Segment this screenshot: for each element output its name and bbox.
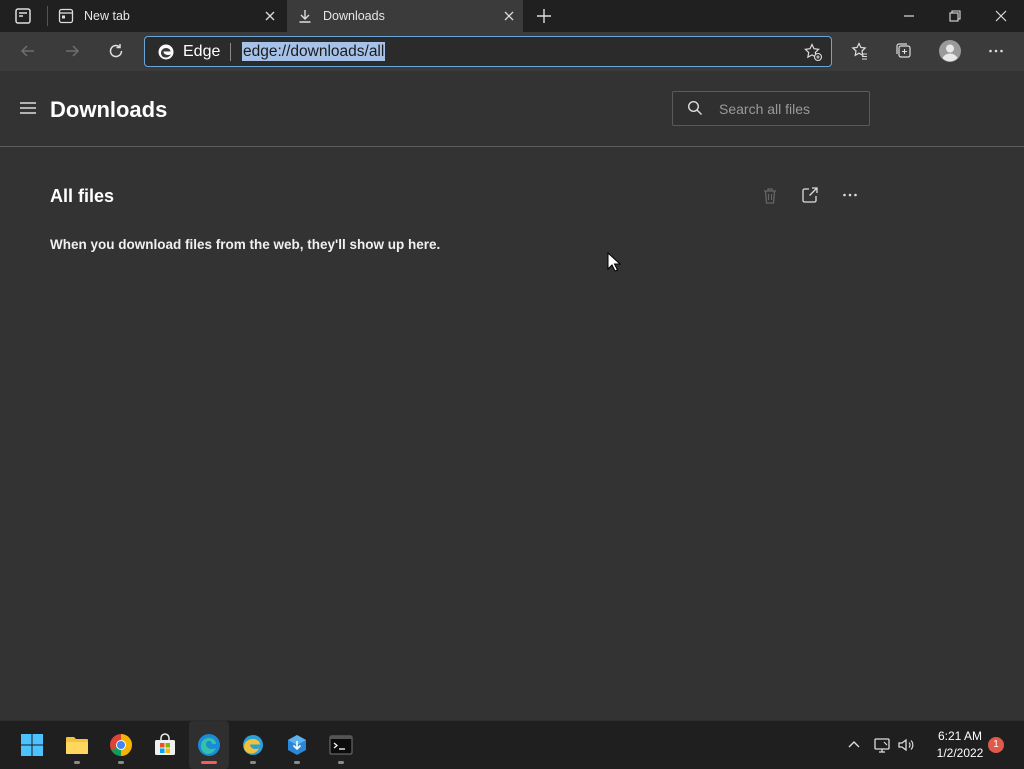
url-text[interactable]: edge://downloads/all [242,42,386,61]
taskbar-microsoft-store[interactable] [145,721,185,769]
add-favorite-icon[interactable] [803,42,823,62]
running-indicator [74,761,80,764]
taskbar-app-installer[interactable] [277,721,317,769]
tab-label: New tab [84,9,130,23]
tab-actions-icon[interactable] [14,7,34,25]
taskbar-chrome[interactable] [101,721,141,769]
downloads-header: Downloads [0,71,1024,147]
taskbar-file-explorer[interactable] [57,721,97,769]
page-title: Downloads [50,97,168,122]
edge-logo-icon [157,43,175,61]
running-indicator [294,761,300,764]
search-icon [687,100,703,116]
taskbar-edge[interactable] [189,721,229,769]
tab-label: Downloads [323,9,385,23]
running-indicator [338,761,344,764]
minimize-button[interactable] [886,0,932,32]
notification-badge[interactable]: 1 [988,737,1004,753]
forward-button[interactable] [57,37,87,65]
settings-more-button[interactable] [981,37,1011,65]
restore-button[interactable] [932,0,978,32]
close-tab-icon[interactable] [262,8,278,24]
store-icon [153,733,177,757]
app-installer-icon [285,733,309,757]
empty-state-message: When you download files from the web, th… [50,237,441,252]
running-indicator [118,761,124,764]
collections-button[interactable] [889,37,919,65]
volume-icon[interactable] [897,736,915,754]
taskbar: 6:21 AM 1/2/2022 1 [0,720,1024,769]
chrome-icon [109,733,133,757]
running-indicator [250,761,256,764]
profile-avatar[interactable] [935,37,965,65]
edge-beta-icon [241,733,265,757]
start-button[interactable] [12,721,52,769]
tab-new-tab[interactable]: New tab [48,0,286,32]
back-button[interactable] [13,37,43,65]
folder-icon [65,733,89,757]
chevron-up-icon[interactable] [846,737,862,753]
edge-icon [197,733,221,757]
taskbar-edge-beta[interactable] [233,721,273,769]
address-separator [230,43,231,61]
new-tab-plus-icon[interactable] [534,6,554,26]
mouse-cursor-icon [607,252,621,272]
section-title: All files [50,186,115,206]
delete-all-icon[interactable] [761,186,779,206]
hamburger-menu-icon[interactable] [19,100,37,116]
running-indicator [201,761,217,764]
search-box[interactable] [672,91,870,126]
refresh-button[interactable] [101,37,131,65]
browser-toolbar: Edge edge://downloads/all [0,32,1024,71]
download-icon [297,8,313,24]
close-tab-icon[interactable] [501,8,517,24]
windows-logo-icon [20,733,44,757]
address-bar[interactable]: Edge edge://downloads/all [144,36,832,67]
favorites-button[interactable] [845,37,875,65]
close-window-button[interactable] [978,0,1024,32]
edge-brand-label: Edge [183,43,221,60]
clock-date[interactable]: 1/2/2022 [930,746,990,760]
terminal-icon [329,733,353,757]
clock-time[interactable]: 6:21 AM [930,729,990,743]
taskbar-terminal[interactable] [321,721,361,769]
network-icon[interactable] [873,736,891,754]
search-input[interactable] [717,99,861,119]
more-options-icon[interactable] [841,186,859,206]
open-downloads-folder-icon[interactable] [801,186,819,206]
newtab-icon [58,8,74,24]
tab-downloads[interactable]: Downloads [287,0,523,32]
tab-strip: New tab Downloads [0,0,1024,32]
